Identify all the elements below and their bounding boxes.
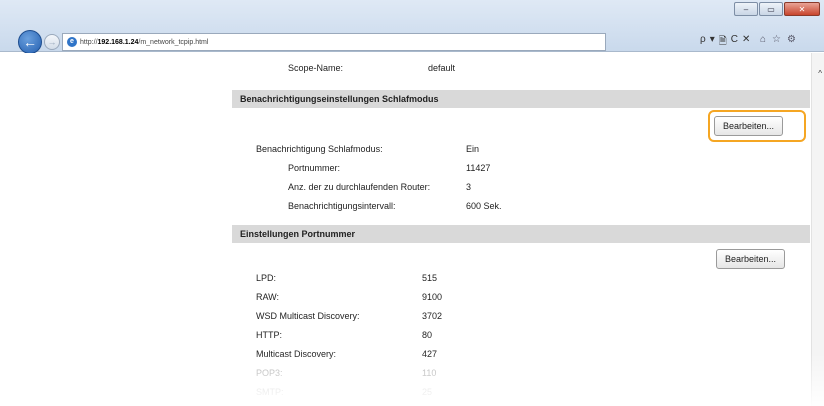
url-prefix: http:// <box>80 38 98 46</box>
sleep-edit-button[interactable]: Bearbeiten... <box>714 116 784 136</box>
scroll-up-icon[interactable]: ^ <box>818 69 822 78</box>
toolbar-icons: ⌂ ☆ ⚙ <box>760 34 796 45</box>
window-controls: – ▭ ✕ <box>734 2 820 16</box>
stop-icon[interactable]: ✕ <box>742 34 750 51</box>
sleep-row-value: 11427 <box>466 163 491 173</box>
address-controls: ρ ▾ 🗎 C ✕ <box>700 34 750 51</box>
port-row-value: 9100 <box>422 292 443 302</box>
port-row-label: WSD Multicast Discovery: <box>256 311 360 321</box>
maximize-button[interactable]: ▭ <box>759 2 783 16</box>
port-row-label: RAW: <box>256 292 280 302</box>
address-bar[interactable]: e http:// 192.168.1.24 /m_network_tcpip.… <box>62 33 606 51</box>
sleep-row-label: Benachrichtigungsintervall: <box>288 201 396 211</box>
forward-arrow-icon[interactable]: → <box>44 34 60 50</box>
sleep-row-value: 3 <box>466 182 472 192</box>
port-edit-button[interactable]: Bearbeiten... <box>716 249 786 269</box>
scope-name-value: default <box>428 63 456 73</box>
scope-name-label: Scope-Name: <box>288 63 344 73</box>
sleep-row-label: Benachrichtigung Schlafmodus: <box>256 144 383 154</box>
port-row-label: LPD: <box>256 273 277 283</box>
port-row-label: HTTP: <box>256 330 282 340</box>
compat-icon[interactable]: 🗎 <box>719 34 727 51</box>
port-row-label: SMTP: <box>256 387 284 397</box>
port-row-value: 110 <box>422 368 437 378</box>
home-icon[interactable]: ⌂ <box>760 34 766 45</box>
vertical-scrollbar[interactable]: ^ <box>811 53 824 406</box>
port-row-value: 3702 <box>422 311 443 321</box>
dropdown-icon[interactable]: ▾ <box>710 34 715 51</box>
port-row-value: 515 <box>422 273 438 283</box>
sleep-row-label: Portnummer: <box>288 163 341 173</box>
page-content: ^ Scope-Name: default Benachrichtigungse… <box>0 53 824 406</box>
favorites-icon[interactable]: ☆ <box>772 34 781 45</box>
sleep-row-value: Ein <box>466 144 480 154</box>
sleep-notification-header: Benachrichtigungseinstellungen Schlafmod… <box>232 90 810 108</box>
ie-page-icon: e <box>67 37 77 47</box>
port-row-value: 80 <box>422 330 433 340</box>
port-row-value: 427 <box>422 349 438 359</box>
sleep-row-label: Anz. der zu durchlaufenden Router: <box>288 182 431 192</box>
url-host: 192.168.1.24 <box>97 38 139 46</box>
port-settings-header: Einstellungen Portnummer <box>232 225 810 243</box>
search-icon[interactable]: ρ <box>700 34 706 51</box>
port-row-label: POP3: <box>256 368 283 378</box>
port-row-value: 25 <box>422 387 433 397</box>
settings-icon[interactable]: ⚙ <box>787 34 796 45</box>
minimize-button[interactable]: – <box>734 2 758 16</box>
back-arrow-icon[interactable]: ← <box>18 30 42 54</box>
bottom-fade <box>0 353 824 406</box>
browser-chrome: – ▭ ✕ ← → e http:// 192.168.1.24 /m_netw… <box>0 0 824 54</box>
refresh-icon[interactable]: C <box>731 34 738 51</box>
url-path: /m_network_tcpip.html <box>138 38 209 46</box>
sleep-row-value: 600 Sek. <box>466 201 502 211</box>
navigation-bar: ← → e http:// 192.168.1.24 /m_network_tc… <box>0 30 824 54</box>
close-button[interactable]: ✕ <box>784 2 820 16</box>
port-row-label: Multicast Discovery: <box>256 349 337 359</box>
